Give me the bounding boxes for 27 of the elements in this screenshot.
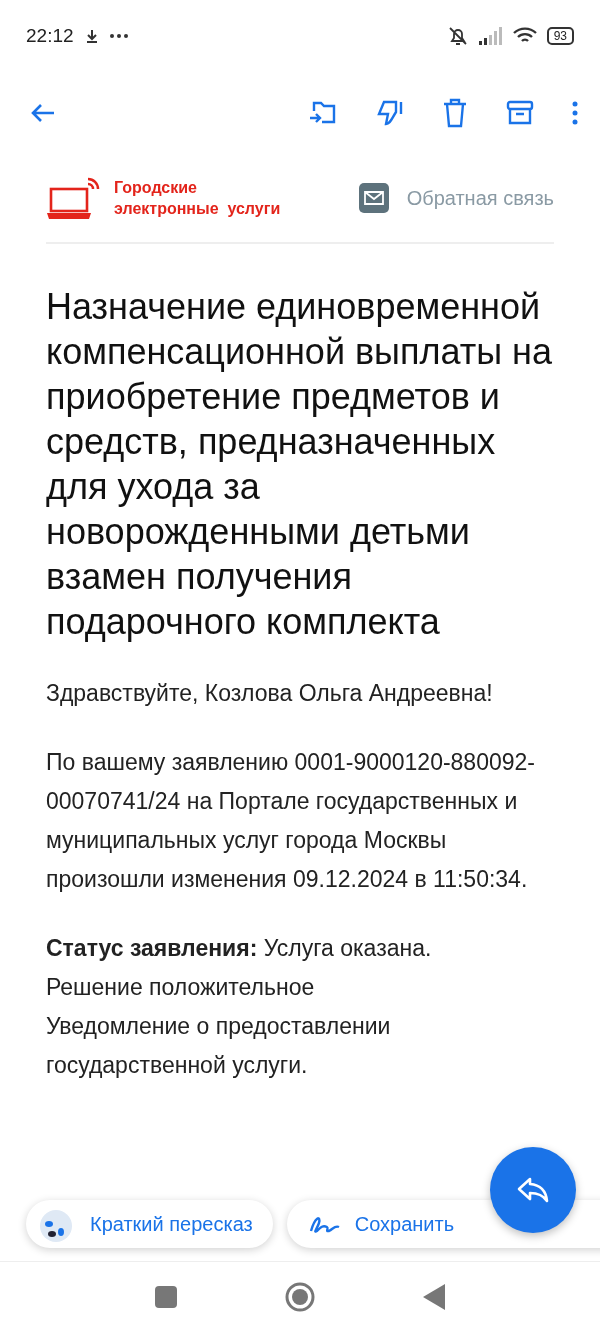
delete-button[interactable] xyxy=(442,98,468,128)
back-nav-button[interactable] xyxy=(423,1284,445,1310)
summary-chip[interactable]: Краткий пересказ xyxy=(26,1200,273,1248)
status-line: Уведомление о предоставлении государственной услуги. xyxy=(46,1012,392,1080)
thumbs-down-button[interactable] xyxy=(376,98,404,128)
brand-name: Городские xyxy=(114,178,198,198)
archive-button[interactable] xyxy=(506,99,534,127)
status-line: Статус заявления: Услуга оказана. xyxy=(46,934,433,963)
greeting-text: Здравствуйте, Козлова Ольга Андреевна! xyxy=(46,679,494,708)
signal-icon xyxy=(478,27,503,45)
home-button[interactable] xyxy=(285,1282,315,1312)
menu-button[interactable] xyxy=(572,101,578,125)
reply-icon xyxy=(516,1175,550,1205)
status-time: 22:12 xyxy=(26,25,74,47)
envelope-icon xyxy=(358,183,389,213)
brand-name: электронные услуги xyxy=(114,199,281,219)
bell-muted-icon xyxy=(446,25,469,47)
laptop-logo-icon xyxy=(46,175,102,221)
back-button[interactable] xyxy=(30,102,56,124)
email-subject: Назначение единовременной компенсационной выплаты на приобретение предметов и средств, предназначенных для ухода за новорожденными детьми взамен получения подарочного комплекта xyxy=(46,285,553,644)
message-paragraph: По вашему заявлению 0001-9000120-880092-00070741/24 на Портале государственных и муниципальных услуг города Москвы произошли изменения 09.12.2024 в 11:50:34. xyxy=(46,748,536,894)
status-line: Решение положительное xyxy=(46,973,316,1002)
reply-button[interactable] xyxy=(490,1147,576,1233)
more-icon xyxy=(109,34,128,38)
recents-button[interactable] xyxy=(155,1286,177,1308)
feedback-link[interactable]: Обратная связь xyxy=(358,183,554,213)
battery-indicator: 93 xyxy=(546,27,574,45)
